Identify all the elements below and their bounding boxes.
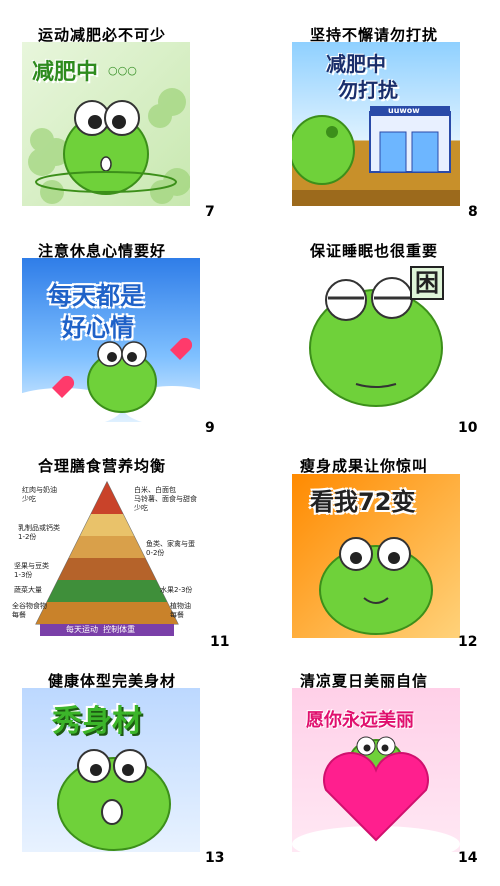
- sticker-number: 11: [210, 634, 230, 650]
- caption: 瘦身成果让你惊叫: [300, 457, 429, 475]
- sticker-number: 9: [205, 420, 215, 436]
- pyramid-footer: 每天运动 控制体重: [66, 625, 136, 634]
- sticker-image: 秀身材: [22, 688, 200, 852]
- sticker-number: 8: [468, 204, 478, 220]
- sticker-banner: 每天都是: [48, 282, 144, 310]
- pyramid-label: 白米、白面包 马铃薯、面食与甜食 少吃: [134, 486, 197, 512]
- sticker-image: 减肥中 ○○○: [22, 42, 190, 206]
- sticker-image: 减肥中 勿打扰 uuwow: [292, 42, 460, 206]
- caption: 合理膳食营养均衡: [38, 457, 167, 475]
- sticker-image: 愿你永远美丽: [292, 688, 460, 852]
- pyramid-label: 乳制品或钙类 1-2份: [18, 524, 60, 541]
- sticker-banner-line2: 勿打扰: [338, 78, 398, 102]
- food-pyramid-image: 红肉与奶油 少吃 白米、白面包 马铃薯、面食与甜食 少吃 乳制品或钙类 1-2份…: [10, 474, 204, 638]
- sticker-number: 12: [458, 634, 478, 650]
- shop-sign: uuwow: [388, 106, 420, 115]
- sticker-number: 13: [205, 850, 225, 866]
- sticker-banner: 秀身材: [52, 704, 142, 739]
- sticker-banner: 困: [410, 266, 444, 300]
- sticker-banner: 愿你永远美丽: [306, 710, 414, 731]
- pyramid-label: 坚果与豆类 1-3份: [14, 562, 49, 579]
- pyramid-label: 鱼类、家禽与蛋 0-2份: [146, 540, 195, 557]
- sticker-image: 看我72变: [292, 474, 460, 638]
- sticker-image: 每天都是 好心情: [22, 258, 200, 422]
- pyramid-label: 植物油 每餐: [170, 602, 191, 619]
- sticker-banner: 看我72变: [310, 488, 416, 516]
- sticker-banner-suffix: ○○○: [108, 64, 137, 77]
- pyramid-label: 全谷物食物 每餐: [12, 602, 47, 619]
- sticker-number: 10: [458, 420, 478, 436]
- sticker-banner: 减肥中: [32, 60, 99, 85]
- sticker-banner-line2: 好心情: [62, 314, 134, 342]
- pyramid-label: 蔬菜大量: [14, 586, 42, 594]
- pyramid-label: 水果2-3份: [160, 586, 193, 594]
- pyramid-label: 红肉与奶油 少吃: [22, 486, 57, 503]
- sticker-number: 7: [205, 204, 215, 220]
- sticker-banner: 减肥中: [326, 52, 386, 76]
- sticker-image: 困: [292, 258, 460, 422]
- sticker-number: 14: [458, 850, 478, 866]
